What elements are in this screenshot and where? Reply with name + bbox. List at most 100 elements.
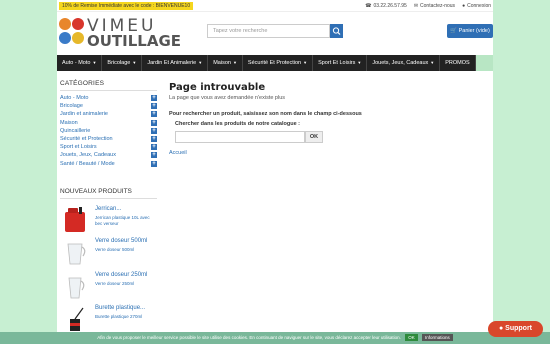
logo-dot-yellow — [72, 32, 84, 44]
nav-label: Sécurité Et Protection — [247, 60, 302, 66]
cookie-ok-button[interactable]: OK — [405, 334, 418, 341]
category-label: Bricolage — [60, 103, 83, 110]
category-item[interactable]: Maison + — [60, 119, 157, 127]
product-desc[interactable]: Jerrican plastique 10L avec bec verseur — [95, 215, 155, 226]
category-label: Sécurité et Protection — [60, 136, 113, 143]
nav-auto-moto[interactable]: Auto - Moto ▼ — [57, 55, 103, 71]
logo-dot-orange — [59, 18, 71, 30]
search-button[interactable] — [330, 24, 343, 38]
plus-icon[interactable]: + — [151, 119, 157, 126]
category-item[interactable]: Santé / Beauté / Mode + — [60, 160, 157, 168]
category-item[interactable]: Auto - Moto + — [60, 94, 157, 102]
nav-maison[interactable]: Maison ▼ — [208, 55, 243, 71]
support-button[interactable]: ● Support — [488, 321, 543, 337]
nav-label: PROMOS — [445, 60, 470, 66]
category-item[interactable]: Jouets, Jeux, Cadeaux + — [60, 151, 157, 159]
product-item[interactable]: Verre doseur 500ml Verre doseur 500ml — [60, 238, 157, 268]
nav-bricolage[interactable]: Bricolage ▼ — [102, 55, 143, 71]
cookie-text: Afin de vous proposer le meilleur servic… — [97, 335, 401, 340]
product-name[interactable]: Burette plastique... — [95, 305, 145, 311]
product-desc[interactable]: Verre doseur 250ml — [95, 281, 155, 287]
page-subtitle: La page que vous avez demandée n'existe … — [169, 95, 286, 101]
login-link[interactable]: ● Connexion — [462, 2, 491, 10]
plus-icon[interactable]: + — [151, 95, 157, 102]
caret-down-icon: ▼ — [232, 60, 237, 65]
top-bar: 10% de Remise Immédiate avec le code : B… — [57, 0, 493, 12]
top-links: ☎ 03.22.26.57.95 ✉ Contactez-nous ● Connexi… — [365, 2, 491, 10]
product-name[interactable]: Verre doseur 500ml — [95, 238, 147, 244]
plus-icon[interactable]: + — [151, 111, 157, 118]
category-item[interactable]: Bricolage + — [60, 102, 157, 110]
nav-label: Jardin Et Animalerie — [147, 60, 197, 66]
home-link[interactable]: Accueil — [169, 150, 479, 156]
search-label: Chercher dans les produits de notre cata… — [175, 121, 300, 127]
chat-icon: ● — [498, 325, 504, 332]
caret-down-icon: ▼ — [132, 60, 137, 65]
cart-button[interactable]: 🛒 Panier (vide) — [447, 24, 493, 38]
ok-button[interactable]: OK — [305, 131, 323, 143]
caret-down-icon: ▼ — [303, 60, 308, 65]
category-item[interactable]: Jardin et animalerie + — [60, 110, 157, 118]
support-label: Support — [505, 325, 532, 332]
category-label: Jouets, Jeux, Cadeaux — [60, 152, 116, 159]
plus-icon[interactable]: + — [151, 144, 157, 151]
logo-mark — [59, 18, 85, 48]
plus-icon[interactable]: + — [151, 136, 157, 143]
product-item[interactable]: Jerrican... Jerrican plastique 10L avec … — [60, 206, 157, 236]
nav-jouets[interactable]: Jouets, Jeux, Cadeaux ▼ — [367, 55, 441, 71]
plus-icon[interactable]: + — [151, 103, 157, 110]
product-item[interactable]: Burette plastique... Burette plastique 2… — [60, 305, 157, 335]
catalog-search-input[interactable] — [175, 131, 305, 143]
plus-icon[interactable]: + — [151, 127, 157, 134]
nav-label: Bricolage — [107, 60, 131, 66]
nav-jardin[interactable]: Jardin Et Animalerie ▼ — [142, 55, 209, 71]
product-desc[interactable]: Verre doseur 500ml — [95, 247, 155, 253]
cart-label: Panier (vide) — [458, 28, 490, 34]
category-label: Jardin et animalerie — [60, 111, 108, 118]
plus-icon[interactable]: + — [151, 152, 157, 159]
product-desc[interactable]: Burette plastique 270ml — [95, 314, 155, 320]
search-hint: Pour rechercher un produit, saisissez so… — [169, 111, 362, 117]
mail-icon: ✉ — [413, 3, 419, 9]
category-label: Sport et Loisirs — [60, 144, 97, 151]
category-item[interactable]: Quincaillerie + — [60, 127, 157, 135]
logo-dot-blue — [59, 32, 71, 44]
nav-label: Jouets, Jeux, Cadeaux — [372, 60, 429, 66]
measuring-cup-image[interactable] — [62, 272, 88, 300]
page: 10% de Remise Immédiate avec le code : B… — [57, 0, 493, 344]
promo-banner[interactable]: 10% de Remise Immédiate avec le code : B… — [59, 2, 194, 10]
sidebar-categories: CATÉGORIES Auto - Moto + Bricolage + Jardi… — [60, 80, 157, 168]
phone-icon: ☎ — [365, 3, 372, 9]
nav-promos[interactable]: PROMOS — [440, 55, 476, 71]
cookie-banner: Afin de vous proposer le meilleur servic… — [0, 332, 550, 344]
nav-label: Auto - Moto — [62, 60, 91, 66]
main-content: Page introuvable La page que vous avez d… — [169, 82, 479, 156]
search-input[interactable]: Tapez votre recherche — [207, 24, 330, 38]
category-label: Maison — [60, 119, 78, 126]
cookie-info-button[interactable]: Informations — [421, 334, 453, 341]
jerrican-image[interactable] — [62, 206, 88, 234]
product-item[interactable]: Verre doseur 250ml Verre doseur 250ml — [60, 272, 157, 302]
new-products-title: NOUVEAUX PRODUITS — [60, 188, 157, 199]
plus-icon[interactable]: + — [151, 160, 157, 167]
category-label: Quincaillerie — [60, 127, 91, 134]
category-item[interactable]: Sécurité et Protection + — [60, 135, 157, 143]
main-nav: Auto - Moto ▼ Bricolage ▼ Jardin Et Animal… — [57, 55, 493, 71]
caret-down-icon: ▼ — [430, 60, 435, 65]
contact-label: Contactez-nous — [420, 3, 456, 9]
category-item[interactable]: Sport et Loisirs + — [60, 143, 157, 151]
contact-link[interactable]: ✉ Contactez-nous — [414, 2, 455, 10]
user-icon: ● — [462, 3, 466, 9]
product-name[interactable]: Verre doseur 250ml — [95, 272, 147, 278]
product-name[interactable]: Jerrican... — [95, 206, 121, 212]
phone-link[interactable]: ☎ 03.22.26.57.95 — [365, 2, 407, 10]
login-label: Connexion — [467, 3, 491, 9]
nav-securite[interactable]: Sécurité Et Protection ▼ — [243, 55, 314, 71]
nav-label: Maison — [213, 60, 231, 66]
nav-sport[interactable]: Sport Et Loisirs ▼ — [313, 55, 368, 71]
site-logo[interactable]: VIMEU OUTILLAGE — [59, 18, 181, 50]
oil-can-image[interactable] — [62, 305, 88, 333]
catalog-search: OK — [175, 131, 479, 143]
measuring-cup-image[interactable] — [62, 238, 88, 266]
categories-title: CATÉGORIES — [60, 80, 157, 91]
